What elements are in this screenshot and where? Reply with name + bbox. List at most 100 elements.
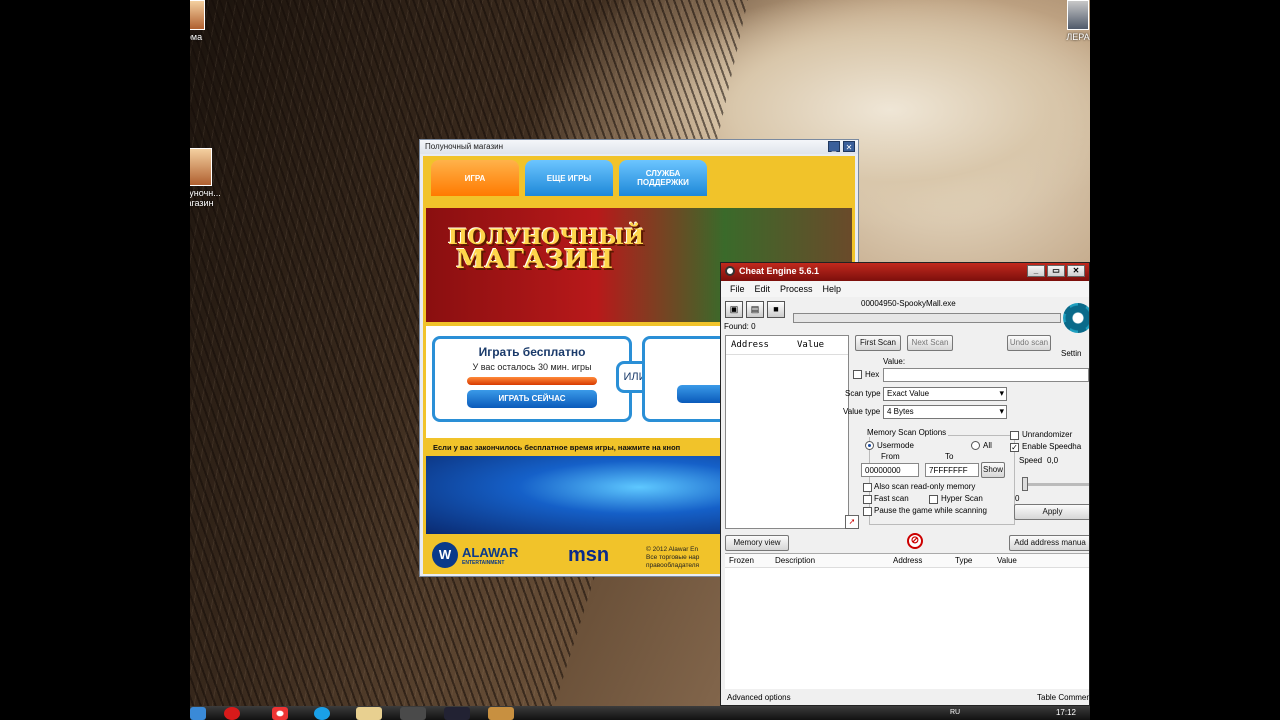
column-address[interactable]: Address: [893, 556, 922, 565]
folder-icon: [1067, 0, 1089, 30]
ie-icon[interactable]: [190, 707, 206, 720]
found-count: Found: 0: [724, 322, 756, 331]
menu-file[interactable]: File: [730, 284, 745, 297]
copyright-line: Все торговые нар: [646, 553, 700, 561]
game-icon: [190, 148, 212, 186]
close-icon[interactable]: ✕: [1067, 265, 1085, 277]
add-address-button[interactable]: Add address manua: [1009, 535, 1089, 551]
window-title: Полуночный магазин: [425, 142, 504, 151]
maximize-icon[interactable]: ▭: [1047, 265, 1065, 277]
apply-button[interactable]: Apply: [1014, 504, 1089, 520]
settings-gear-icon[interactable]: [1063, 303, 1089, 333]
cheat-table[interactable]: Frozen Description Address Type Value: [725, 553, 1089, 689]
all-radio[interactable]: [971, 441, 980, 450]
value-type-select[interactable]: 4 Bytes: [883, 405, 1007, 419]
next-scan-button[interactable]: Next Scan: [907, 335, 953, 351]
unrandomizer-label: Unrandomizer: [1022, 430, 1073, 439]
desktop-icon-game[interactable]: олуночн... агазин: [190, 148, 230, 208]
desktop-icon-lera[interactable]: ЛЕРА: [1048, 0, 1090, 42]
slider-thumb[interactable]: [1022, 477, 1028, 491]
settings-label[interactable]: Settin: [1061, 349, 1081, 358]
tab-support[interactable]: СЛУЖБА ПОДДЕРЖКИ: [619, 160, 707, 196]
desktop-icon-label: ЛЕРА: [1066, 32, 1090, 42]
to-label: To: [945, 452, 954, 461]
window-title: Cheat Engine 5.6.1: [739, 266, 820, 276]
app-icon[interactable]: [400, 707, 426, 720]
folder-icon[interactable]: [356, 707, 382, 720]
play-now-button[interactable]: ИГРАТЬ СЕЙЧАС: [467, 390, 597, 408]
hyper-scan-checkbox[interactable]: [929, 495, 938, 504]
table-comments-link[interactable]: Table Commen: [1037, 693, 1089, 702]
menu-help[interactable]: Help: [823, 284, 842, 297]
column-description[interactable]: Description: [775, 556, 815, 565]
game-taskbar-icon[interactable]: [488, 707, 514, 720]
speed-slider[interactable]: [1021, 477, 1089, 493]
column-value[interactable]: Value: [797, 340, 824, 350]
minimize-icon[interactable]: _: [1027, 265, 1045, 277]
msn-logo[interactable]: msn: [568, 544, 609, 567]
hex-checkbox[interactable]: [853, 370, 862, 379]
column-address[interactable]: Address: [731, 340, 769, 350]
info-note: Если у вас закончилось бесплатное время …: [433, 443, 681, 452]
column-type[interactable]: Type: [955, 556, 972, 565]
read-only-checkbox[interactable]: [863, 483, 872, 492]
close-icon[interactable]: ✕: [843, 141, 855, 152]
usermode-label: Usermode: [877, 441, 914, 450]
desktop-icon-label: олуночн...: [190, 188, 221, 198]
time-remaining: У вас осталось 30 мин. игры: [472, 362, 592, 372]
taskbar: RU 17:12: [190, 706, 1090, 720]
brand-sub: ENTERTAINMENT: [462, 559, 505, 566]
found-address-list[interactable]: Address Value: [725, 335, 849, 529]
to-address-input[interactable]: 7FFFFFFF: [925, 463, 979, 477]
fast-scan-checkbox[interactable]: [863, 495, 872, 504]
open-file-icon[interactable]: ▤: [746, 301, 764, 318]
first-scan-button[interactable]: First Scan: [855, 335, 901, 351]
save-icon[interactable]: ■: [767, 301, 785, 318]
tab-game[interactable]: ИГРА: [431, 160, 519, 196]
copyright: © 2012 Alawar En Все торговые нар правоо…: [646, 546, 699, 569]
unrandomizer-checkbox[interactable]: [1010, 431, 1019, 440]
tab-more-games[interactable]: ЕЩЕ ИГРЫ: [525, 160, 613, 196]
desktop-icon-left[interactable]: ома: [190, 0, 224, 42]
game-titlebar[interactable]: Полуночный магазин _ ✕: [420, 140, 858, 154]
clock[interactable]: 17:12: [1056, 708, 1076, 717]
pause-game-checkbox[interactable]: [863, 507, 872, 516]
pointer-arrow-icon[interactable]: ➚: [845, 515, 859, 529]
hyper-scan-label: Hyper Scan: [941, 494, 983, 503]
hex-label: Hex: [865, 370, 880, 379]
offer-title: Играть бесплатно: [478, 345, 586, 359]
undo-scan-button[interactable]: Undo scan: [1007, 335, 1051, 351]
skype-icon[interactable]: [314, 707, 330, 720]
value-input[interactable]: [883, 368, 1089, 382]
ce-menubar: File Edit Process Help: [721, 281, 1089, 297]
show-button[interactable]: Show: [981, 462, 1005, 478]
minimize-icon[interactable]: _: [828, 141, 840, 152]
column-frozen[interactable]: Frozen: [729, 556, 754, 565]
memory-view-button[interactable]: Memory view: [725, 535, 789, 551]
stop-icon[interactable]: ⊘: [907, 533, 923, 549]
menu-process[interactable]: Process: [780, 284, 813, 297]
usermode-radio[interactable]: [865, 441, 874, 450]
speedhack-checkbox[interactable]: ✓: [1010, 443, 1019, 452]
copyright-line: правообладателя: [646, 561, 700, 569]
open-process-icon[interactable]: ▣: [725, 301, 743, 318]
chrome-icon[interactable]: [272, 707, 288, 720]
scan-type-select[interactable]: Exact Value: [883, 387, 1007, 401]
cheat-engine-window: Cheat Engine 5.6.1 _ ▭ ✕ File Edit Proce…: [720, 262, 1090, 706]
slider-value: 0: [1015, 494, 1020, 503]
advanced-options-link[interactable]: Advanced options: [727, 693, 791, 702]
menu-edit[interactable]: Edit: [755, 284, 771, 297]
ce-titlebar[interactable]: Cheat Engine 5.6.1 _ ▭ ✕: [721, 263, 1089, 281]
opera-icon[interactable]: [224, 707, 240, 720]
alawar-logo[interactable]: W ALAWAR ENTERTAINMENT: [432, 542, 518, 568]
time-bar: [467, 377, 597, 385]
shortcut-icon: [190, 0, 205, 30]
column-value[interactable]: Value: [997, 556, 1017, 565]
copyright-line: © 2012 Alawar En: [646, 546, 699, 553]
language-indicator[interactable]: RU: [950, 709, 960, 716]
speed-label: Speed: [1019, 456, 1043, 465]
from-address-input[interactable]: 00000000: [861, 463, 919, 477]
scan-progress-bar: [793, 313, 1061, 323]
cheat-engine-taskbar-icon[interactable]: [444, 707, 470, 720]
cheat-engine-icon: [725, 266, 735, 276]
